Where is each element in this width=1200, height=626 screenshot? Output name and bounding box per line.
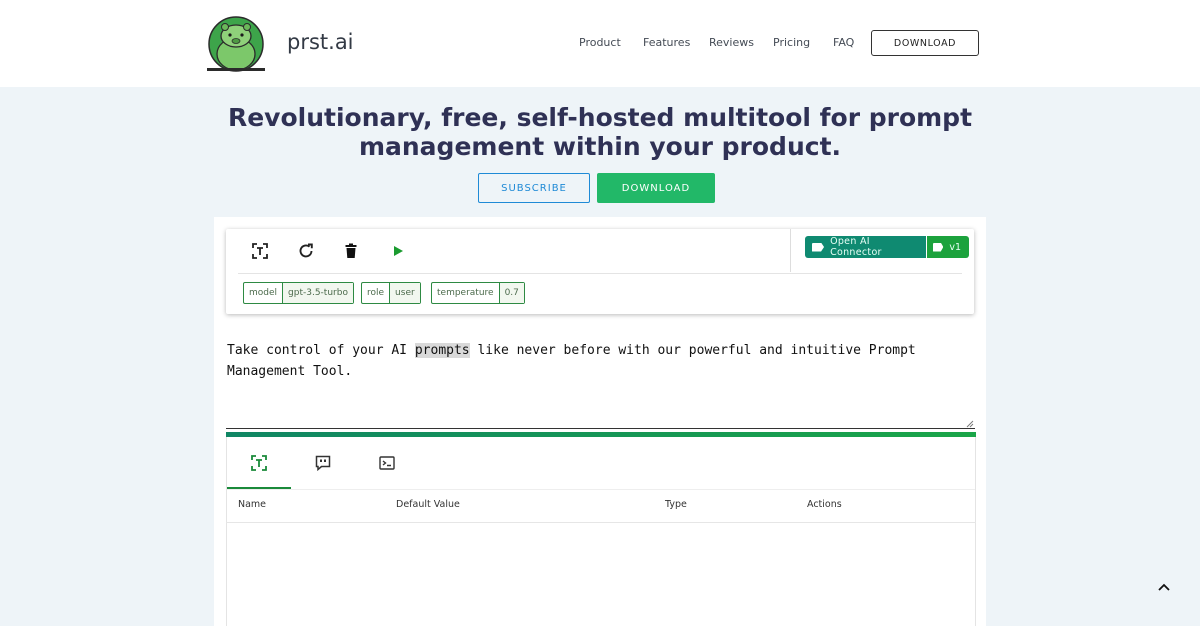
nav-faq[interactable]: FAQ	[833, 36, 854, 49]
hero-title-line2: management within your product.	[358, 132, 842, 161]
prompt-line-2: Management Tool.	[227, 364, 353, 379]
text-variable-icon[interactable]	[251, 242, 269, 260]
param-key: role	[367, 288, 385, 298]
tab-messages[interactable]	[291, 437, 355, 489]
nav-features[interactable]: Features	[643, 36, 690, 49]
prompt-line-1: Take control of your AI prompts like nev…	[227, 340, 947, 361]
tag-icon	[933, 242, 944, 252]
connector-tag[interactable]: Open AI Connector v1	[805, 236, 969, 258]
param-value: user	[389, 283, 420, 303]
connector-name: Open AI Connector	[830, 236, 882, 258]
quote-message-icon	[315, 455, 331, 471]
subscribe-button[interactable]: SUBSCRIBE	[478, 173, 590, 203]
tabs-container	[226, 437, 976, 626]
param-key: temperature	[437, 288, 494, 298]
tag-icon	[812, 242, 825, 252]
param-value: 0.7	[498, 283, 524, 303]
play-icon[interactable]	[389, 242, 407, 260]
column-header-default-value[interactable]: Default Value	[396, 499, 460, 510]
nav-product[interactable]: Product	[579, 36, 621, 49]
toolbar-separator	[238, 273, 962, 274]
trash-icon[interactable]	[342, 242, 360, 260]
hero-title: Revolutionary, free, self-hosted multito…	[200, 103, 1000, 161]
textarea-border	[226, 428, 975, 429]
refresh-icon[interactable]	[297, 242, 315, 260]
prompt-textarea[interactable]: Take control of your AI prompts like nev…	[227, 340, 947, 382]
header-download-button[interactable]: DOWNLOAD	[871, 30, 979, 56]
connector-version-chip[interactable]: v1	[927, 236, 969, 258]
table-header-divider	[226, 522, 976, 523]
prompt-text-before: Take control of your AI	[227, 343, 415, 358]
capybara-logo-icon[interactable]	[204, 14, 268, 72]
param-temperature[interactable]: temperature 0.7	[431, 282, 525, 304]
terminal-icon	[379, 456, 395, 470]
hero-title-line1: Revolutionary, free, self-hosted multito…	[227, 103, 973, 132]
param-value: gpt-3.5-turbo	[282, 283, 353, 303]
param-role[interactable]: role user	[361, 282, 421, 304]
nav-pricing[interactable]: Pricing	[773, 36, 810, 49]
site-header: prst.ai Product Features Reviews Pricing…	[0, 0, 1200, 87]
scroll-to-top-icon[interactable]	[1154, 578, 1174, 596]
hero-download-button[interactable]: DOWNLOAD	[597, 173, 715, 203]
connector-version: v1	[949, 241, 961, 253]
column-header-name[interactable]: Name	[238, 499, 266, 510]
tabs-divider	[227, 489, 975, 490]
column-header-type[interactable]: Type	[665, 499, 687, 510]
tab-variables[interactable]	[227, 437, 291, 489]
prompt-text-after: like never before with our powerful and …	[469, 343, 916, 358]
toolbar-divider	[790, 229, 791, 272]
brand-name[interactable]: prst.ai	[287, 30, 354, 54]
prompt-variable-highlight[interactable]: prompts	[414, 343, 470, 358]
nav-reviews[interactable]: Reviews	[709, 36, 754, 49]
connector-name-chip[interactable]: Open AI Connector	[805, 236, 926, 258]
param-model[interactable]: model gpt-3.5-turbo	[243, 282, 354, 304]
column-header-actions[interactable]: Actions	[807, 499, 842, 510]
param-key: model	[249, 288, 278, 298]
tab-console[interactable]	[355, 437, 419, 489]
text-variable-icon	[251, 455, 267, 471]
resize-grip-icon[interactable]	[966, 420, 974, 428]
